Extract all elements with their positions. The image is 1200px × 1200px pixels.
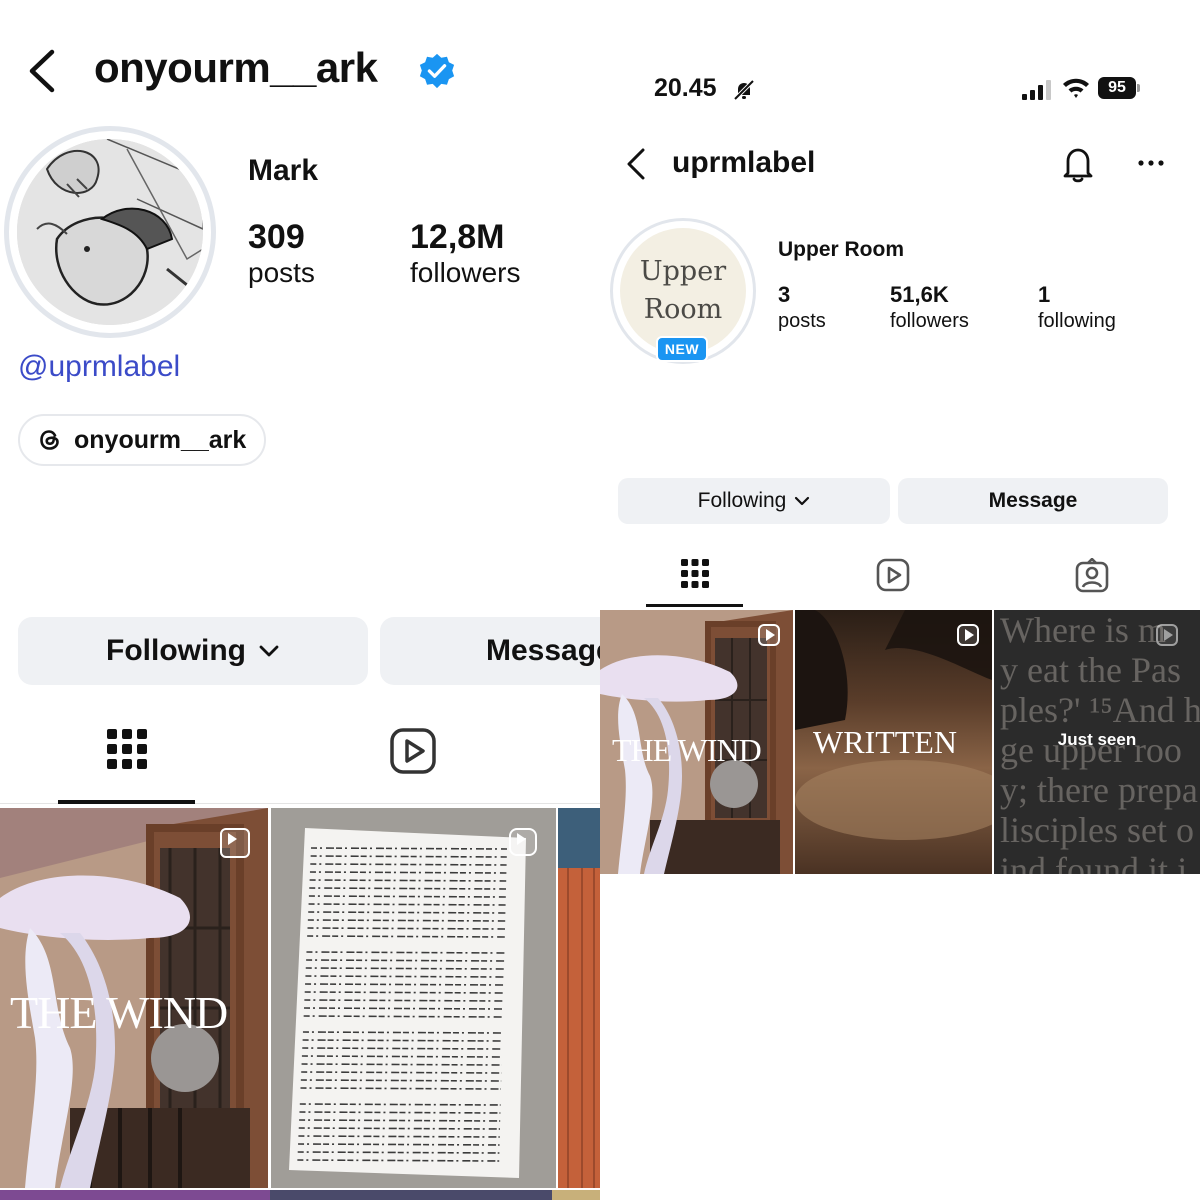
reel-icon (1156, 624, 1178, 646)
profile-username: onyourm__ark (94, 44, 378, 91)
grid-post-third[interactable] (558, 808, 600, 1188)
post-title-overlay: WRITTEN (813, 724, 957, 760)
followers-count: 12,8M (410, 218, 505, 256)
tab-tagged-icon[interactable] (1074, 558, 1110, 594)
following-button-label: Following (106, 634, 246, 667)
avatar-sketch-image (17, 139, 203, 325)
grid-post-the-wind[interactable]: THE WIND (0, 808, 268, 1188)
posts-label: posts (778, 310, 826, 332)
right-profile-screen: 20.45 95 uprmlabel Upper Room NEW Upper … (600, 0, 1200, 1200)
following-button[interactable]: Following (18, 617, 368, 685)
more-options-icon[interactable] (1136, 148, 1166, 178)
profile-display-name: Mark (248, 154, 319, 187)
followers-count: 51,6K (890, 282, 949, 307)
next-row-thumbnails-edge (0, 1190, 600, 1200)
tab-reels-icon[interactable] (876, 558, 910, 592)
battery-level: 95 (1098, 77, 1136, 99)
reel-icon (957, 624, 979, 646)
battery-icon: 95 (1098, 77, 1140, 99)
reel-icon (220, 828, 250, 858)
chevron-down-icon (795, 496, 810, 506)
followers-label: followers (890, 310, 969, 332)
bio-mention-link[interactable]: @uprmlabel (18, 350, 180, 384)
posts-stat: 309 posts (248, 218, 315, 290)
following-label: following (1038, 310, 1116, 332)
new-badge: NEW (656, 336, 708, 362)
posts-count: 3 (778, 282, 791, 307)
following-button-label: Following (697, 489, 787, 512)
just-seen-label: Just seen (1057, 730, 1137, 749)
message-button-label: Message (988, 489, 1078, 512)
followers-stat[interactable]: 51,6K followers (890, 282, 969, 334)
grid-post-written[interactable]: WRITTEN (795, 610, 992, 874)
message-button[interactable]: Message (898, 478, 1168, 524)
verified-badge-icon (419, 53, 455, 89)
reel-icon (758, 624, 780, 646)
message-button[interactable]: Message (380, 617, 600, 685)
followers-stat[interactable]: 12,8M followers (410, 218, 520, 290)
message-button-label: Message (486, 634, 600, 667)
following-stat[interactable]: 1 following (1038, 282, 1116, 334)
tab-reels-icon[interactable] (388, 726, 438, 776)
avatar[interactable] (17, 139, 203, 325)
posts-label: posts (248, 257, 315, 288)
post-title-overlay: THE WIND (10, 987, 228, 1038)
following-button[interactable]: Following (618, 478, 890, 524)
threads-icon (40, 430, 59, 450)
following-count: 1 (1038, 282, 1051, 307)
active-tab-indicator (646, 604, 743, 607)
bell-slash-icon (733, 79, 755, 101)
avatar-logo-line2: Room (643, 294, 723, 325)
carousel-icon (509, 828, 537, 856)
status-time: 20.45 (654, 74, 717, 102)
grid-post-just-seen[interactable]: Where is m y eat the Pas ples?' ¹⁵And h … (994, 610, 1200, 874)
active-tab-indicator (58, 800, 195, 804)
post-title-overlay: THE WIND (612, 732, 762, 768)
post-thumbnail-image (558, 808, 600, 1188)
letter-photo-image (271, 808, 556, 1188)
avatar-logo-line1: Upper (639, 256, 727, 287)
tab-posts-grid-icon[interactable] (680, 558, 710, 590)
cellular-signal-icon (1022, 80, 1051, 100)
wifi-icon (1063, 78, 1089, 98)
grid-post-the-wind[interactable]: THE WIND (600, 610, 793, 874)
posts-stat: 3 posts (778, 282, 826, 334)
back-arrow-icon[interactable] (24, 48, 64, 94)
left-profile-screen: onyourm__ark Mark 309 posts 12,8M follow… (0, 0, 600, 1200)
profile-username: uprmlabel (672, 146, 816, 179)
notification-bell-icon[interactable] (1060, 144, 1096, 184)
profile-display-name: Upper Room (778, 238, 904, 261)
chevron-down-icon (259, 645, 279, 657)
grid-post-handwritten-letter[interactable] (271, 808, 556, 1188)
back-arrow-icon[interactable] (624, 146, 648, 182)
tab-posts-grid-icon[interactable] (104, 726, 150, 772)
posts-count: 309 (248, 218, 305, 256)
threads-profile-chip[interactable]: onyourm__ark (18, 414, 267, 466)
threads-handle: onyourm__ark (74, 425, 247, 454)
followers-label: followers (410, 257, 521, 288)
